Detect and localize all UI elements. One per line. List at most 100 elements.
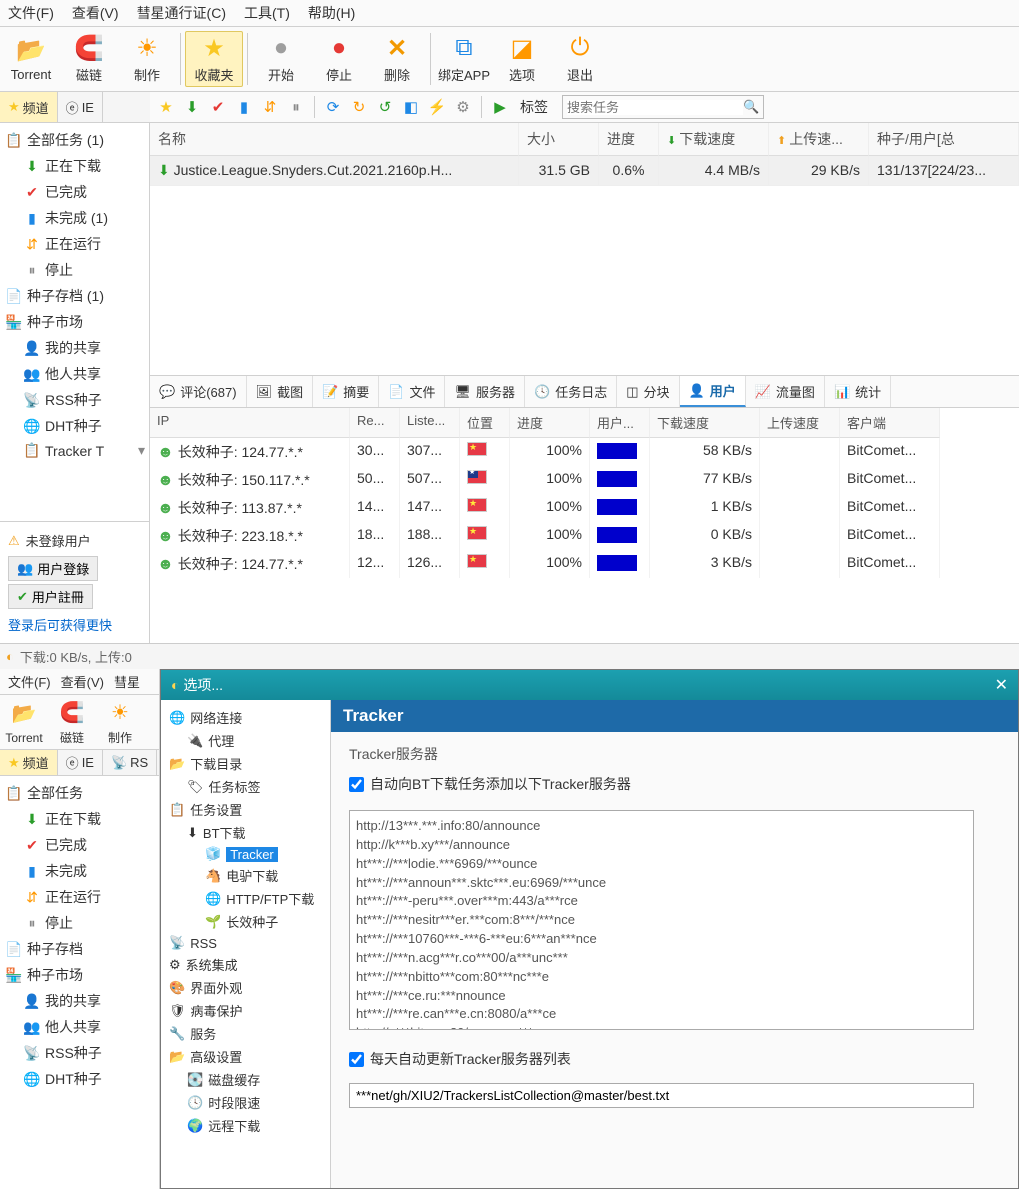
opt-高级设置[interactable]: 📂高级设置 xyxy=(165,1045,326,1068)
close-icon[interactable]: ✕ xyxy=(995,675,1008,695)
toolbar-退出[interactable]: ⏻退出 xyxy=(551,31,609,87)
col-header[interactable]: 名称 xyxy=(150,123,519,156)
peer-col[interactable]: IP xyxy=(150,408,350,438)
filter-icon[interactable]: ⇵ xyxy=(258,95,282,119)
filter-icon[interactable]: ⏸ xyxy=(284,95,308,119)
menu-item[interactable]: 彗星通行证(C) xyxy=(137,3,226,23)
filter-icon[interactable]: ⟳ xyxy=(321,95,345,119)
tree-停止[interactable]: ⏸停止 xyxy=(2,257,147,283)
bg-make[interactable]: ☀制作 xyxy=(96,697,144,747)
tab-摘要[interactable]: 📝摘要 xyxy=(313,376,379,407)
toolbar-选项[interactable]: ◪选项 xyxy=(493,31,551,87)
task-row[interactable]: ⬇ Justice.League.Snyders.Cut.2021.2160p.… xyxy=(150,156,1019,186)
toolbar-Torrent[interactable]: 📂Torrent xyxy=(2,31,60,87)
menu-view[interactable]: 查看(V) xyxy=(61,672,104,691)
tab-用户[interactable]: 👤用户 xyxy=(680,376,746,407)
filter-icon[interactable]: ◧ xyxy=(399,95,423,119)
peer-row[interactable]: ☻ 长效种子: 124.77.*.*12...126...100%3 KB/sB… xyxy=(150,550,1019,578)
opt-代理[interactable]: 🔌代理 xyxy=(165,729,326,752)
tree-RSS种子[interactable]: 📡RSS种子 xyxy=(2,1040,157,1066)
search-box[interactable]: 🔍 xyxy=(562,95,764,119)
tree-正在运行[interactable]: ⇵正在运行 xyxy=(2,231,147,257)
opt-系统集成[interactable]: ⚙系统集成 xyxy=(165,953,326,976)
filter-icon[interactable]: ✔ xyxy=(206,95,230,119)
update-url-input[interactable] xyxy=(349,1083,974,1108)
filter-icon[interactable]: ↺ xyxy=(373,95,397,119)
filter-icon[interactable]: ⚡ xyxy=(425,95,449,119)
login-tip[interactable]: 登录后可获得更快 xyxy=(4,612,145,637)
tree-已完成[interactable]: ✔已完成 xyxy=(2,832,157,858)
filter-icon[interactable]: ★ xyxy=(154,95,178,119)
tree-种子市场[interactable]: 🏪种子市场 xyxy=(2,309,147,335)
tab-统计[interactable]: 📊统计 xyxy=(825,376,891,407)
opt-下载目录[interactable]: 📂下载目录 xyxy=(165,752,326,775)
bg-magnet[interactable]: 🧲磁链 xyxy=(48,697,96,747)
tree-正在运行[interactable]: ⇵正在运行 xyxy=(2,884,157,910)
peer-col[interactable]: 客户端 xyxy=(840,408,940,438)
tree-DHT种子[interactable]: 🌐DHT种子 xyxy=(2,1066,157,1092)
peer-col[interactable]: Re... xyxy=(350,408,400,438)
peer-col[interactable]: 下载速度 xyxy=(650,408,760,438)
chk-auto-update-input[interactable] xyxy=(349,1052,364,1067)
tree-他人共享[interactable]: 👥他人共享 xyxy=(2,361,147,387)
tab-分块[interactable]: ◫分块 xyxy=(617,376,679,407)
tab-截图[interactable]: 🖼截图 xyxy=(247,376,314,407)
opt-HTTP/FTP下载[interactable]: 🌐HTTP/FTP下载 xyxy=(165,887,326,910)
tree-已完成[interactable]: ✔已完成 xyxy=(2,179,147,205)
tree-全部任务 (1)[interactable]: 📋全部任务 (1) xyxy=(2,127,147,153)
chk-add-trackers[interactable]: 自动向BT下载任务添加以下Tracker服务器 xyxy=(349,774,1000,794)
peer-row[interactable]: ☻ 长效种子: 150.117.*.*50...507...100%77 KB/… xyxy=(150,466,1019,494)
login-button[interactable]: 👥用户登錄 xyxy=(8,556,98,581)
menu-pass[interactable]: 彗星 xyxy=(114,672,140,691)
opt-长效种子[interactable]: 🌱长效种子 xyxy=(165,910,326,933)
menu-item[interactable]: 工具(T) xyxy=(244,3,290,23)
tab-服务器[interactable]: 🖥服务器 xyxy=(445,376,525,407)
filter-icon[interactable]: ⚙ xyxy=(451,95,475,119)
tree-未完成[interactable]: ▮未完成 xyxy=(2,858,157,884)
search-input[interactable] xyxy=(567,100,743,115)
bg-torrent[interactable]: 📂Torrent xyxy=(0,697,48,747)
peer-row[interactable]: ☻ 长效种子: 113.87.*.*14...147...100%1 KB/sB… xyxy=(150,494,1019,522)
chk-add-trackers-input[interactable] xyxy=(349,777,364,792)
tree-正在下载[interactable]: ⬇正在下载 xyxy=(2,806,157,832)
col-header[interactable]: 大小 xyxy=(519,123,599,156)
opt-RSS[interactable]: 📡RSS xyxy=(165,933,326,953)
filter-icon[interactable]: ↻ xyxy=(347,95,371,119)
tree-种子存档[interactable]: 📄种子存档 xyxy=(2,936,157,962)
tree-Tracker T[interactable]: 📋Tracker T▾ xyxy=(2,439,147,462)
opt-病毒保护[interactable]: 🛡病毒保护 xyxy=(165,999,326,1022)
peer-row[interactable]: ☻ 长效种子: 124.77.*.*30...307...100%58 KB/s… xyxy=(150,438,1019,466)
menu-item[interactable]: 帮助(H) xyxy=(308,3,355,23)
tab-流量图[interactable]: 📈流量图 xyxy=(746,376,825,407)
opt-服务[interactable]: 🔧服务 xyxy=(165,1022,326,1045)
peer-col[interactable]: 位置 xyxy=(460,408,510,438)
tree-未完成 (1)[interactable]: ▮未完成 (1) xyxy=(2,205,147,231)
bg-tab-rss[interactable]: 📡RS xyxy=(103,750,157,775)
tree-停止[interactable]: ⏸停止 xyxy=(2,910,157,936)
filter-icon[interactable]: ▶ xyxy=(488,95,512,119)
filter-icon[interactable]: ⬇ xyxy=(180,95,204,119)
peer-col[interactable]: 上传速度 xyxy=(760,408,840,438)
menu-item[interactable]: 查看(V) xyxy=(72,3,119,23)
col-header[interactable]: 进度 xyxy=(599,123,659,156)
tree-我的共享[interactable]: 👤我的共享 xyxy=(2,335,147,361)
opt-任务设置[interactable]: 📋任务设置 xyxy=(165,798,326,821)
filter-icon[interactable]: ▮ xyxy=(232,95,256,119)
tab-文件[interactable]: 📄文件 xyxy=(379,376,445,407)
bg-tab-channel[interactable]: ★频道 xyxy=(0,750,58,775)
peer-col[interactable]: Liste... xyxy=(400,408,460,438)
tree-全部任务[interactable]: 📋全部任务 xyxy=(2,780,157,806)
tab-评论(687)[interactable]: 💬评论(687) xyxy=(150,376,247,407)
trackers-textarea[interactable] xyxy=(349,810,974,1030)
tree-我的共享[interactable]: 👤我的共享 xyxy=(2,988,157,1014)
tree-RSS种子[interactable]: 📡RSS种子 xyxy=(2,387,147,413)
toolbar-删除[interactable]: ✕删除 xyxy=(368,31,426,87)
tree-种子市场[interactable]: 🏪种子市场 xyxy=(2,962,157,988)
opt-电驴下载[interactable]: 🐴电驴下载 xyxy=(165,864,326,887)
col-header[interactable]: 上传速... xyxy=(769,123,869,156)
peer-row[interactable]: ☻ 长效种子: 223.18.*.*18...188...100%0 KB/sB… xyxy=(150,522,1019,550)
toolbar-制作[interactable]: ☀制作 xyxy=(118,31,176,87)
col-header[interactable]: 下载速度 xyxy=(659,123,769,156)
menu-file[interactable]: 文件(F) xyxy=(8,672,51,691)
opt-Tracker[interactable]: 🧊Tracker xyxy=(165,844,326,864)
